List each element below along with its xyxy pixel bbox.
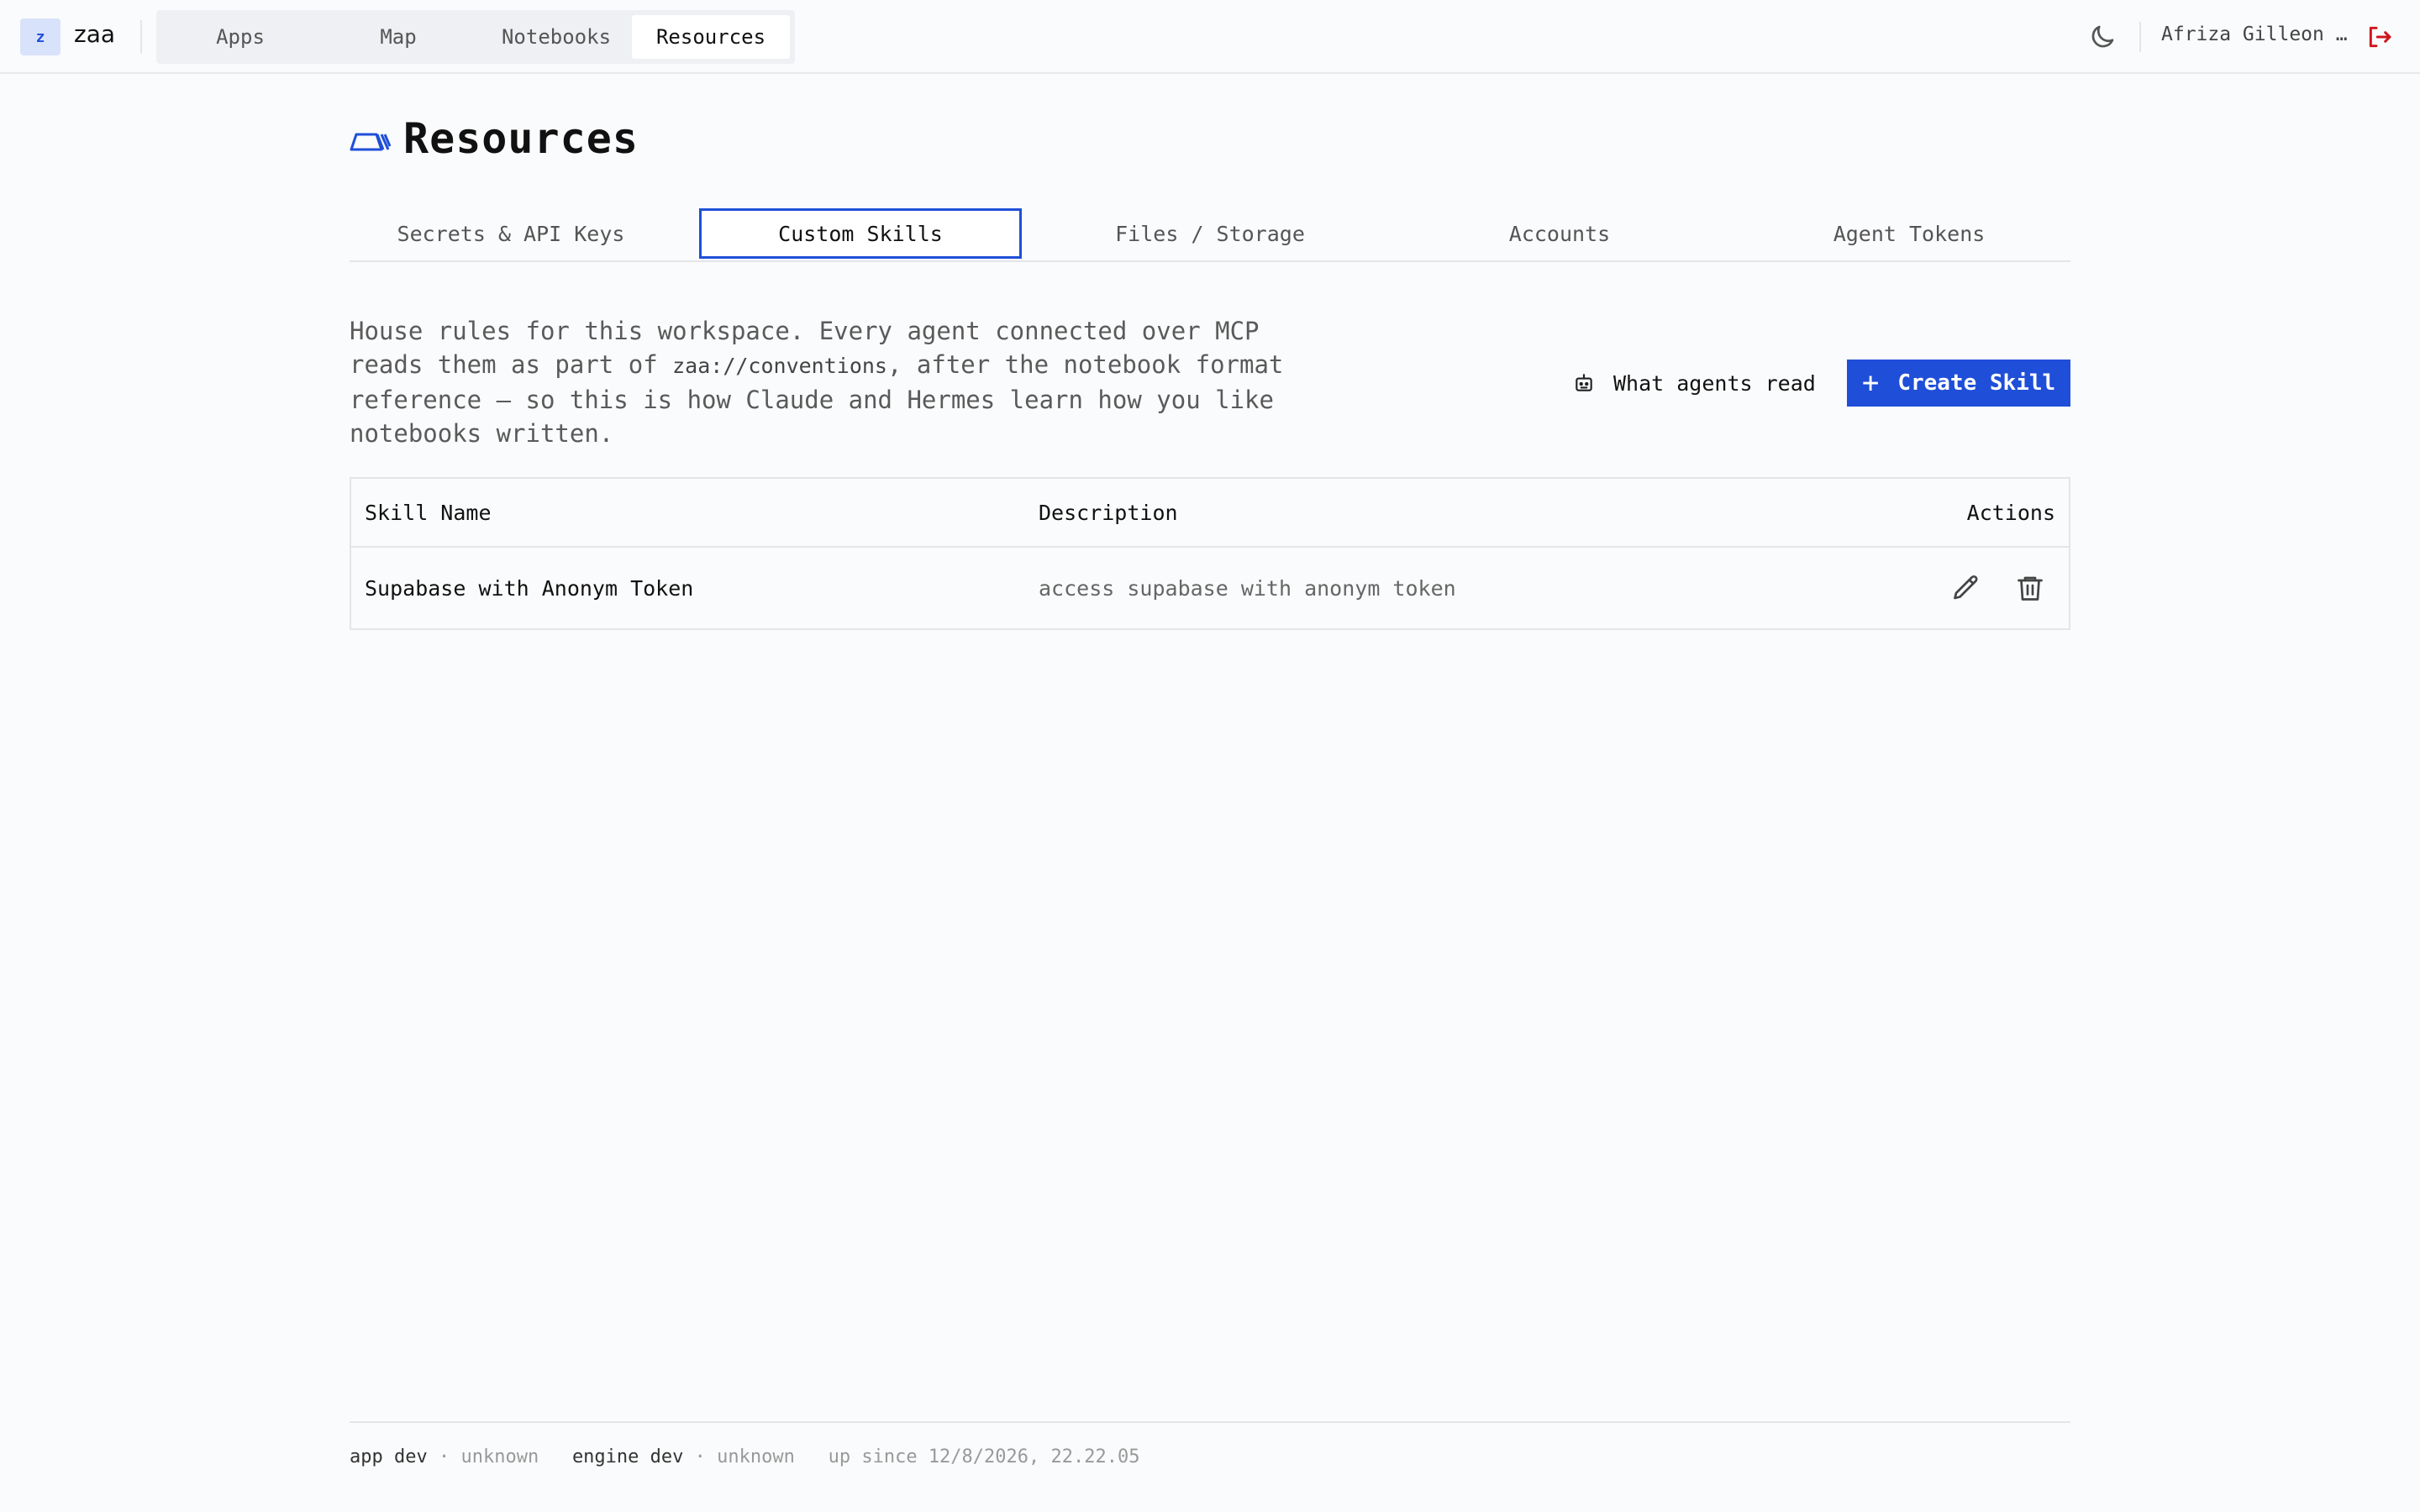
tab-custom-skills[interactable]: Custom Skills bbox=[699, 208, 1022, 259]
footer: app dev · unknown engine dev · unknown u… bbox=[350, 1446, 1139, 1467]
skill-description: access supabase with anonym token bbox=[1039, 576, 1456, 601]
app-version: unknown bbox=[460, 1446, 539, 1467]
create-skill-button[interactable]: + Create Skill bbox=[1847, 360, 2070, 407]
nav-item-resources[interactable]: Resources bbox=[632, 15, 790, 59]
plus-icon: + bbox=[1861, 366, 1880, 400]
column-header-actions: Actions bbox=[1966, 501, 2055, 525]
nav-item-map[interactable]: Map bbox=[319, 15, 477, 59]
what-agents-read-button[interactable]: What agents read bbox=[1573, 360, 1825, 407]
divider bbox=[2139, 22, 2141, 52]
resource-tabs: Secrets & API Keys Custom Skills Files /… bbox=[350, 208, 2070, 262]
user-name[interactable]: Afriza Gilleon … bbox=[2161, 24, 2348, 45]
edit-icon[interactable] bbox=[1951, 573, 1981, 603]
trash-icon[interactable] bbox=[2015, 573, 2045, 603]
create-skill-label: Create Skill bbox=[1897, 370, 2056, 396]
app-name[interactable]: zaa bbox=[74, 20, 115, 48]
engine-version-label: engine dev bbox=[571, 1446, 684, 1467]
robot-icon bbox=[1576, 374, 1592, 391]
table-row[interactable]: Supabase with Anonym Token access supaba… bbox=[351, 548, 2069, 630]
column-header-description: Description bbox=[1039, 501, 1178, 525]
tab-agent-tokens[interactable]: Agent Tokens bbox=[1748, 208, 2070, 259]
skills-table: Skill Name Description Actions Supabase … bbox=[350, 477, 2070, 630]
separator: · bbox=[694, 1446, 706, 1467]
top-bar: z zaa Apps Map Notebooks Resources Afriz… bbox=[0, 0, 2420, 74]
column-header-skill-name: Skill Name bbox=[365, 501, 492, 525]
nav-item-apps[interactable]: Apps bbox=[161, 15, 319, 59]
uptime: up since 12/8/2026, 22.22.05 bbox=[828, 1446, 1140, 1467]
main-nav: Apps Map Notebooks Resources bbox=[156, 10, 795, 64]
resources-icon bbox=[350, 133, 392, 151]
tab-secrets-api-keys[interactable]: Secrets & API Keys bbox=[350, 208, 672, 259]
moon-icon[interactable] bbox=[2087, 22, 2118, 52]
separator: · bbox=[438, 1446, 450, 1467]
engine-version: unknown bbox=[717, 1446, 795, 1467]
app-logo[interactable]: z bbox=[20, 18, 60, 55]
nav-item-notebooks[interactable]: Notebooks bbox=[477, 15, 635, 59]
what-agents-read-label: What agents read bbox=[1613, 370, 1816, 396]
footer-divider bbox=[350, 1421, 2070, 1423]
intro-text: House rules for this workspace. Every ag… bbox=[350, 314, 1333, 450]
tab-files-storage[interactable]: Files / Storage bbox=[1049, 208, 1371, 259]
tab-accounts[interactable]: Accounts bbox=[1398, 208, 1721, 259]
logout-icon[interactable] bbox=[2366, 22, 2393, 52]
app-version-label: app dev bbox=[350, 1446, 428, 1467]
table-header: Skill Name Description Actions bbox=[351, 479, 2069, 548]
skill-name[interactable]: Supabase with Anonym Token bbox=[365, 576, 693, 601]
divider bbox=[140, 20, 142, 54]
page-title: Resources bbox=[403, 114, 639, 163]
conventions-uri: zaa://conventions bbox=[672, 354, 887, 378]
